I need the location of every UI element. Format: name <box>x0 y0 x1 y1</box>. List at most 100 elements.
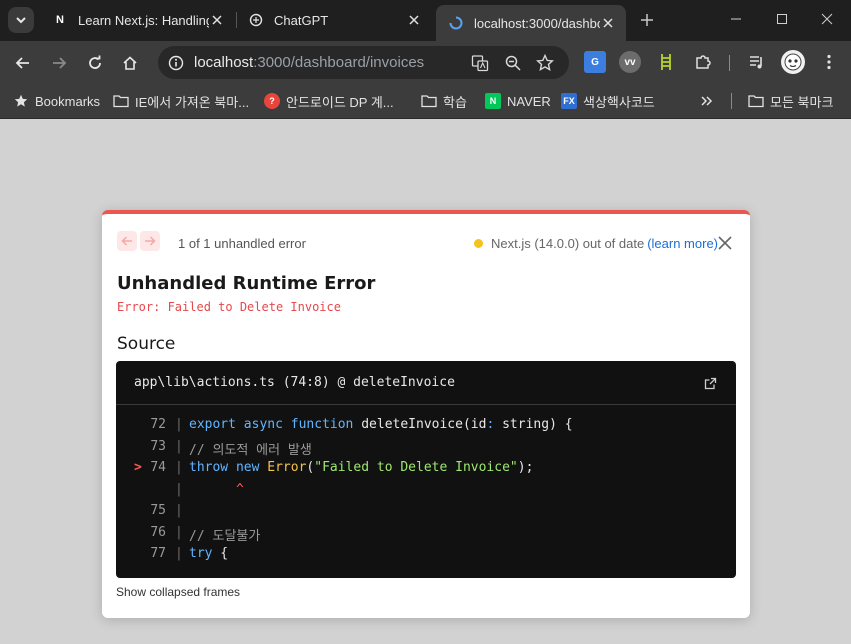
info-icon <box>168 55 184 71</box>
code-text: // 의도적 에러 발생 <box>189 439 312 458</box>
url-text[interactable]: localhost:3000/dashboard/invoices <box>194 54 424 71</box>
show-collapsed-frames-button[interactable]: Show collapsed frames <box>116 585 240 599</box>
code-token: export <box>189 417 236 432</box>
next-error-button[interactable] <box>140 231 160 251</box>
chatgpt-icon <box>248 12 264 28</box>
bookmark-label: 안드로이드 DP 계... <box>286 94 394 110</box>
close-icon[interactable] <box>209 12 225 28</box>
gutter-bar: | <box>175 524 183 540</box>
gutter-bar: | <box>175 438 183 454</box>
maximize-button[interactable] <box>758 0 806 38</box>
tab-strip: N Learn Next.js: Handling ChatGPT localh… <box>0 0 851 41</box>
media-control-button[interactable] <box>746 51 768 73</box>
translate-button[interactable] <box>469 52 491 74</box>
code-token: new <box>235 460 260 475</box>
source-file-location[interactable]: app\lib\actions.ts (74:8) @ deleteInvoic… <box>134 375 455 390</box>
code-text: throw new Error("Failed to Delete Invoic… <box>189 460 533 475</box>
ladder-extension-icon[interactable] <box>655 51 677 73</box>
plus-icon <box>641 14 653 26</box>
new-tab-button[interactable] <box>636 9 658 31</box>
tab-chatgpt[interactable]: ChatGPT <box>236 5 432 35</box>
star-icon <box>13 93 29 109</box>
bookmark-all-bookmarks[interactable]: 모든 북마크 <box>748 90 833 112</box>
error-count: 1 of 1 unhandled error <box>178 236 306 251</box>
code-token: ^ <box>189 481 244 497</box>
nextjs-favicon-icon: N <box>56 14 64 26</box>
puzzle-icon <box>696 55 711 69</box>
maximize-icon <box>777 14 787 24</box>
profile-avatar[interactable] <box>781 50 805 74</box>
previous-error-button[interactable] <box>117 231 137 251</box>
tab-localhost[interactable]: localhost:3000/dashboa <box>436 5 626 41</box>
code-text: export async function deleteInvoice(id: … <box>189 417 573 432</box>
url-host: localhost <box>194 54 254 71</box>
back-button[interactable] <box>9 49 37 77</box>
code-token: ); <box>517 460 534 475</box>
error-title: Unhandled Runtime Error <box>117 273 376 294</box>
code-line: 77 | try { <box>116 544 736 565</box>
more-vertical-icon <box>827 54 831 70</box>
bookmark-ie-folder[interactable]: IE에서 가져온 북마... <box>113 90 249 112</box>
code-line: >74 | throw new Error("Failed to Delete In… <box>116 458 736 479</box>
close-icon[interactable] <box>600 15 616 31</box>
bookmark-bookmarks[interactable]: Bookmarks <box>13 90 100 112</box>
google-translate-extension-icon[interactable]: G <box>584 51 606 73</box>
gutter-bar: | <box>175 460 183 475</box>
external-link-icon <box>704 377 716 389</box>
reload-icon <box>89 55 101 69</box>
vv-extension-icon[interactable]: vv <box>619 51 641 73</box>
avatar-icon <box>784 53 802 71</box>
tab-search-button[interactable] <box>8 7 34 33</box>
code-token: // 의도적 에러 발생 <box>189 442 312 458</box>
tab-title: localhost:3000/dashboa <box>474 15 600 31</box>
playlist-icon <box>750 56 762 69</box>
bookmark-study-folder[interactable]: 학습 <box>421 90 467 112</box>
code-frame-header: app\lib\actions.ts (74:8) @ deleteInvoic… <box>116 361 736 405</box>
forward-button[interactable] <box>45 49 73 77</box>
code-token: string) { <box>494 417 573 432</box>
bookmark-android-dp[interactable]: ? 안드로이드 DP 계... <box>264 90 394 112</box>
url-path: :3000/dashboard/invoices <box>253 54 425 71</box>
code-line: 72 | export async function deleteInvoice(i… <box>116 415 736 436</box>
arrow-left-icon <box>121 236 132 246</box>
zoom-out-icon <box>505 55 521 71</box>
naver-icon: N <box>485 93 501 109</box>
code-token: try <box>189 546 213 561</box>
zoom-button[interactable] <box>502 52 524 74</box>
close-icon[interactable] <box>406 12 422 28</box>
close-icon <box>821 13 833 25</box>
bookmark-naver[interactable]: N NAVER <box>485 90 551 112</box>
chevron-down-icon <box>16 17 26 24</box>
folder-icon <box>113 93 129 109</box>
arrow-right-icon <box>145 236 156 246</box>
close-icon <box>718 236 732 250</box>
open-in-editor-button[interactable] <box>702 375 718 391</box>
code-token: { <box>212 546 229 561</box>
close-overlay-button[interactable] <box>716 234 734 252</box>
tab-learn-nextjs[interactable]: N Learn Next.js: Handling <box>40 5 235 35</box>
bookmarks-bar: Bookmarks IE에서 가져온 북마... ? 안드로이드 DP 계...… <box>0 84 851 119</box>
site-info-button[interactable] <box>164 51 188 75</box>
address-bar[interactable]: localhost:3000/dashboard/invoices <box>158 46 569 79</box>
chrome-menu-button[interactable] <box>818 51 840 73</box>
line-number: 76 <box>150 524 166 540</box>
folder-icon <box>748 93 764 109</box>
loading-icon <box>448 15 464 31</box>
reload-button[interactable] <box>81 49 109 77</box>
bookmarks-overflow-button[interactable] <box>700 90 714 112</box>
learn-more-link[interactable]: (learn more) <box>647 236 718 251</box>
window-close-button[interactable] <box>803 0 851 38</box>
minimize-button[interactable] <box>712 0 760 38</box>
bookmark-star-button[interactable] <box>534 52 556 74</box>
bookmark-label: NAVER <box>507 93 551 109</box>
star-outline-icon <box>536 54 554 72</box>
gutter-bar: | <box>175 417 183 432</box>
arrow-right-icon <box>53 57 67 69</box>
dp-icon: ? <box>264 93 280 109</box>
double-chevron-right-icon <box>701 96 713 106</box>
home-button[interactable] <box>116 49 144 77</box>
bookmark-color-hex[interactable]: FX 색상핵사코드 <box>561 90 655 112</box>
extensions-button[interactable] <box>692 51 714 73</box>
